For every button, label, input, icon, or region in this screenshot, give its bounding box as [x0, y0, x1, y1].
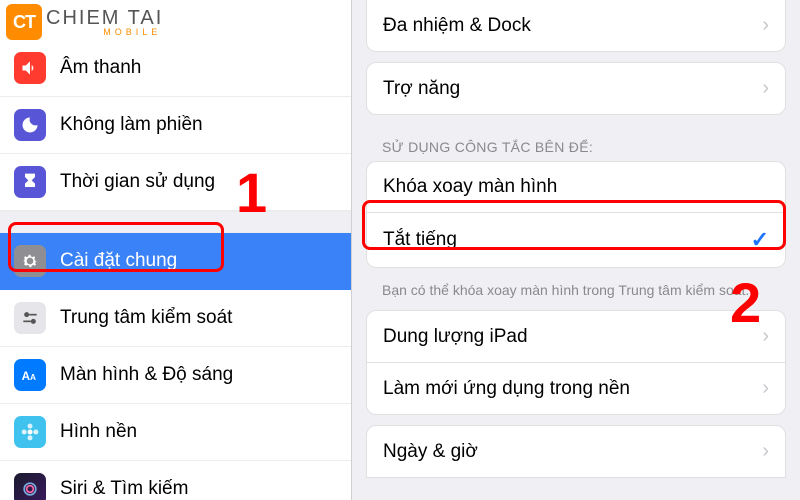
annotation-number-2: 2 — [730, 270, 761, 335]
sidebar-list: Âm thanh Không làm phiền Thời gian sử dụ… — [0, 40, 351, 500]
chevron-right-icon: › — [762, 377, 769, 400]
chevron-right-icon: › — [762, 440, 769, 463]
row-label: Đa nhiệm & Dock — [383, 15, 531, 37]
sidebar-item-label: Trung tâm kiểm soát — [60, 307, 232, 329]
row-label: Tắt tiếng — [383, 229, 457, 251]
row-label: Dung lượng iPad — [383, 326, 528, 348]
sidebar-item-label: Hình nền — [60, 421, 137, 443]
row-accessibility[interactable]: Trợ năng › — [366, 62, 786, 115]
chevron-right-icon: › — [762, 14, 769, 37]
sidebar-item-dnd[interactable]: Không làm phiền — [0, 97, 351, 154]
row-bg-refresh[interactable]: Làm mới ứng dụng trong nền › — [366, 362, 786, 415]
row-label: Ngày & giờ — [383, 441, 478, 463]
sidebar-item-control-center[interactable]: Trung tâm kiểm soát — [0, 290, 351, 347]
section-switch-label: SỬ DỤNG CÔNG TẮC BÊN ĐỂ: — [366, 125, 786, 161]
sidebar-spacer — [0, 211, 351, 233]
flower-icon — [14, 416, 46, 448]
siri-icon — [14, 473, 46, 500]
logo: CT CHIEM TAI MOBILE — [0, 0, 351, 40]
checkmark-icon: ✓ — [751, 227, 769, 253]
logo-badge: CT — [6, 4, 42, 40]
logo-text: CHIEM TAI MOBILE — [46, 8, 163, 37]
sidebar-item-screentime[interactable]: Thời gian sử dụng — [0, 154, 351, 211]
logo-sub: MOBILE — [103, 28, 161, 37]
row-label: Làm mới ứng dụng trong nền — [383, 378, 630, 400]
sidebar-item-label: Âm thanh — [60, 57, 141, 79]
sidebar-item-display[interactable]: AA Màn hình & Độ sáng — [0, 347, 351, 404]
annotation-number-1: 1 — [236, 160, 267, 225]
detail-panel: Đa nhiệm & Dock › Trợ năng › SỬ DỤNG CÔN… — [352, 0, 800, 500]
chevron-right-icon: › — [762, 325, 769, 348]
sidebar-item-label: Siri & Tìm kiếm — [60, 478, 188, 500]
sidebar-item-label: Màn hình & Độ sáng — [60, 364, 233, 386]
logo-main: CHIEM TAI — [46, 8, 163, 28]
svg-text:A: A — [30, 372, 36, 382]
row-label: Trợ năng — [383, 78, 460, 100]
sound-icon — [14, 52, 46, 84]
text-size-icon: AA — [14, 359, 46, 391]
row-multitasking[interactable]: Đa nhiệm & Dock › — [366, 0, 786, 52]
settings-sidebar: CT CHIEM TAI MOBILE Âm thanh Không làm p… — [0, 0, 352, 500]
sliders-icon — [14, 302, 46, 334]
row-storage[interactable]: Dung lượng iPad › — [366, 310, 786, 362]
sidebar-item-label: Không làm phiền — [60, 114, 203, 136]
sidebar-item-sound[interactable]: Âm thanh — [0, 40, 351, 97]
moon-icon — [14, 109, 46, 141]
mute-hint: Bạn có thể khóa xoay màn hình trong Trun… — [366, 278, 786, 300]
sidebar-item-siri[interactable]: Siri & Tìm kiếm — [0, 461, 351, 500]
sidebar-item-label: Thời gian sử dụng — [60, 171, 215, 193]
row-mute[interactable]: Tắt tiếng ✓ — [366, 212, 786, 268]
row-lock-rotation[interactable]: Khóa xoay màn hình — [366, 161, 786, 212]
sidebar-item-general[interactable]: Cài đặt chung — [0, 233, 351, 290]
sidebar-item-label: Cài đặt chung — [60, 250, 177, 272]
gear-icon — [14, 245, 46, 277]
hourglass-icon — [14, 166, 46, 198]
row-label: Khóa xoay màn hình — [383, 176, 557, 198]
chevron-right-icon: › — [762, 77, 769, 100]
row-date-time[interactable]: Ngày & giờ › — [366, 425, 786, 478]
sidebar-item-wallpaper[interactable]: Hình nền — [0, 404, 351, 461]
